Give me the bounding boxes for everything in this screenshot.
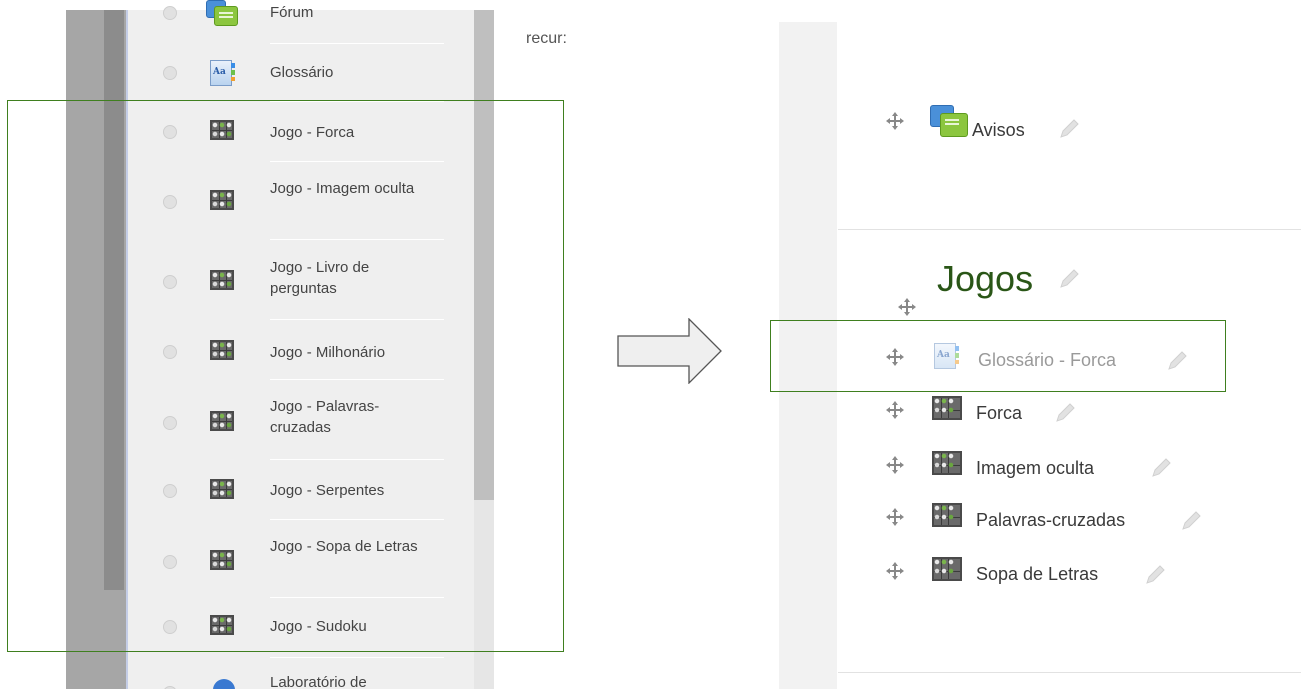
activity-link-hidden-picture[interactable]: Imagem oculta [976,458,1094,479]
move-icon[interactable] [886,508,904,526]
activity-link-announcements[interactable]: Avisos [972,120,1025,141]
move-icon[interactable] [886,112,904,130]
section-title: Jogos [937,258,1034,299]
game-icon [932,503,962,527]
forum-icon [930,105,968,137]
move-icon[interactable] [886,401,904,419]
game-icon [932,396,962,420]
forum-icon [206,0,238,26]
glossary-icon [210,60,235,86]
section-divider [838,229,1301,230]
move-icon[interactable] [886,456,904,474]
activity-link-hangman[interactable]: Forca [976,403,1022,424]
module-label: Glossário [270,64,334,81]
module-option-lab[interactable]: Laboratório de [128,658,474,689]
activity-link-word-search[interactable]: Sopa de Letras [976,564,1098,585]
module-radio[interactable] [163,66,177,80]
game-icon [932,451,962,475]
module-label: Fórum [270,4,314,21]
edit-pencil-icon[interactable] [1054,402,1075,422]
info-icon [213,679,237,689]
module-radio[interactable] [163,6,177,20]
activity-link-crossword[interactable]: Palavras-cruzadas [976,510,1125,531]
edit-pencil-icon[interactable] [1058,268,1079,288]
edit-pencil-icon[interactable] [1144,564,1165,584]
module-label: Laboratório de [270,674,367,689]
game-icon [932,557,962,581]
highlight-frame-glossary-item [770,320,1226,392]
right-arrow-icon [617,318,722,384]
edit-pencil-icon[interactable] [1150,457,1171,477]
module-option-glossary[interactable]: Glossário [128,44,474,102]
module-option-forum[interactable]: Fórum [128,0,474,44]
move-icon[interactable] [886,562,904,580]
edit-pencil-icon[interactable] [1180,510,1201,530]
recurs-text: recur: [526,30,567,47]
section-move-icon[interactable] [898,298,916,316]
edit-pencil-icon[interactable] [1058,118,1079,138]
section-divider [838,672,1301,673]
highlight-frame-game-list [7,100,564,652]
